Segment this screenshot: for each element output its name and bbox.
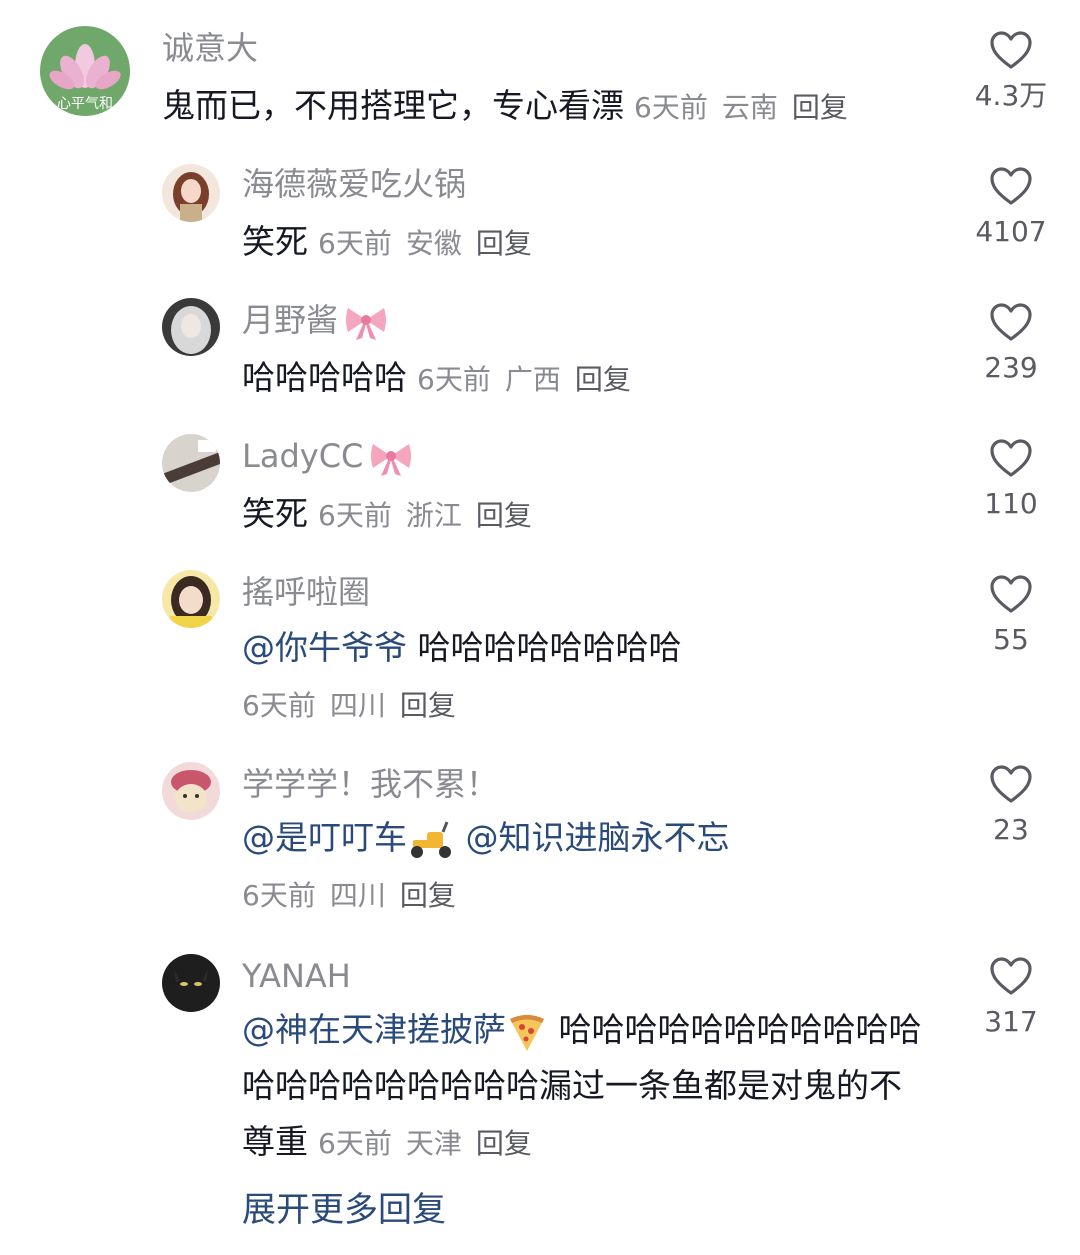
avatar[interactable]: 心平气和 xyxy=(40,26,130,116)
comment-body: 鬼而已，不用搭理它，专心看漂 xyxy=(162,86,624,125)
avatar-text: 心平气和 xyxy=(57,96,113,112)
avatar[interactable] xyxy=(162,762,220,820)
location: 四川 xyxy=(329,689,386,722)
location: 安徽 xyxy=(405,227,462,260)
username[interactable]: 学学学！我不累！ xyxy=(242,764,498,804)
like-count: 239 xyxy=(984,351,1038,384)
comment-meta: 6天前 四川 回复 xyxy=(242,876,470,916)
pizza-icon xyxy=(510,1014,544,1051)
comment-text: 哈哈哈哈哈 6天前 广西 回复 xyxy=(242,350,645,408)
mention-link[interactable]: @知识进脑永不忘 xyxy=(466,818,730,857)
time: 6天前 xyxy=(318,1127,392,1160)
like-button[interactable]: 4.3万 xyxy=(966,30,1056,118)
username[interactable]: YANAH xyxy=(242,956,351,996)
mention-link[interactable]: @是叮叮车 xyxy=(242,818,407,857)
location: 四川 xyxy=(329,879,386,912)
comment-text: 笑死 6天前 安徽 回复 xyxy=(242,214,546,272)
comment-text: @是叮叮车 @知识进脑永不忘 xyxy=(242,810,730,866)
username[interactable]: 诚意大 xyxy=(162,28,258,68)
comment-thread: 心平气和 诚意大 鬼而已，不用搭理它，专心看漂 6天前 云南 回复 4.3万 海德薇爱… xyxy=(0,0,1080,1255)
heart-icon xyxy=(990,765,1032,803)
username[interactable]: LadyCC xyxy=(242,436,415,478)
expand-more-replies[interactable]: 展开更多回复 xyxy=(242,1186,446,1234)
avatar[interactable] xyxy=(162,164,220,222)
location: 广西 xyxy=(504,363,561,396)
reply-button[interactable]: 回复 xyxy=(476,227,532,260)
heart-icon xyxy=(990,31,1032,69)
time: 6天前 xyxy=(417,363,491,396)
avatar[interactable] xyxy=(162,954,220,1012)
like-button[interactable]: 317 xyxy=(966,956,1056,1044)
username-text: LadyCC xyxy=(242,437,364,475)
heart-icon xyxy=(990,957,1032,995)
like-count: 110 xyxy=(984,487,1038,520)
username[interactable]: 搖呼啦圈 xyxy=(242,572,370,612)
reply-button[interactable]: 回复 xyxy=(400,689,456,722)
comment-body: 笑死 xyxy=(242,494,308,533)
mention-link[interactable]: @神在天津搓披萨 xyxy=(242,1010,506,1049)
reply-button[interactable]: 回复 xyxy=(476,1127,532,1160)
like-count: 4107 xyxy=(975,215,1047,248)
heart-icon xyxy=(990,303,1032,341)
like-count: 317 xyxy=(984,1005,1038,1038)
location: 天津 xyxy=(405,1127,462,1160)
like-count: 23 xyxy=(993,813,1029,846)
heart-icon xyxy=(990,439,1032,477)
like-button[interactable]: 55 xyxy=(966,574,1056,662)
comment-text: 鬼而已，不用搭理它，专心看漂 6天前 云南 回复 xyxy=(162,78,862,136)
reply-button[interactable]: 回复 xyxy=(575,363,631,396)
comment-meta: 6天前 天津 回复 xyxy=(318,1127,546,1160)
comment-body: 笑死 xyxy=(242,222,308,261)
like-button[interactable]: 23 xyxy=(966,764,1056,852)
comment-meta: 6天前 广西 回复 xyxy=(417,363,645,396)
like-button[interactable]: 239 xyxy=(966,302,1056,390)
comment-text: @神在天津搓披萨 哈哈哈哈哈哈哈哈哈哈哈哈哈哈哈哈哈哈哈哈漏过一条鱼都是对鬼的不… xyxy=(242,1002,932,1172)
location: 云南 xyxy=(721,91,778,124)
reply-button[interactable]: 回复 xyxy=(792,91,848,124)
comment-meta: 6天前 安徽 回复 xyxy=(318,227,546,260)
avatar[interactable] xyxy=(162,298,220,356)
reply-button[interactable]: 回复 xyxy=(400,879,456,912)
comment-meta: 6天前 浙江 回复 xyxy=(318,499,546,532)
scooter-icon xyxy=(411,820,451,858)
username[interactable]: 海德薇爱吃火锅 xyxy=(242,164,466,204)
time: 6天前 xyxy=(634,91,708,124)
comment-body: 哈哈哈哈哈 xyxy=(242,358,407,397)
heart-icon xyxy=(990,575,1032,613)
reply-button[interactable]: 回复 xyxy=(476,499,532,532)
like-count: 4.3万 xyxy=(974,79,1048,112)
time: 6天前 xyxy=(242,879,316,912)
bow-icon xyxy=(346,308,387,340)
comment-meta: 6天前 云南 回复 xyxy=(634,91,862,124)
username[interactable]: 月野酱 xyxy=(242,300,390,342)
comment-text: @你牛爷爷 哈哈哈哈哈哈哈哈 xyxy=(242,620,682,676)
like-count: 55 xyxy=(993,623,1029,656)
comment-text: 笑死 6天前 浙江 回复 xyxy=(242,486,546,544)
time: 6天前 xyxy=(242,689,316,722)
heart-icon xyxy=(990,167,1032,205)
like-button[interactable]: 110 xyxy=(966,438,1056,526)
avatar[interactable] xyxy=(162,570,220,628)
location: 浙江 xyxy=(405,499,462,532)
comment-body: 哈哈哈哈哈哈哈哈 xyxy=(417,628,682,667)
avatar[interactable] xyxy=(162,434,220,492)
bow-icon xyxy=(371,444,412,476)
comment-meta: 6天前 四川 回复 xyxy=(242,686,470,726)
like-button[interactable]: 4107 xyxy=(966,166,1056,254)
time: 6天前 xyxy=(318,499,392,532)
username-text: 月野酱 xyxy=(242,301,339,339)
mention-link[interactable]: @你牛爷爷 xyxy=(242,628,407,667)
time: 6天前 xyxy=(318,227,392,260)
